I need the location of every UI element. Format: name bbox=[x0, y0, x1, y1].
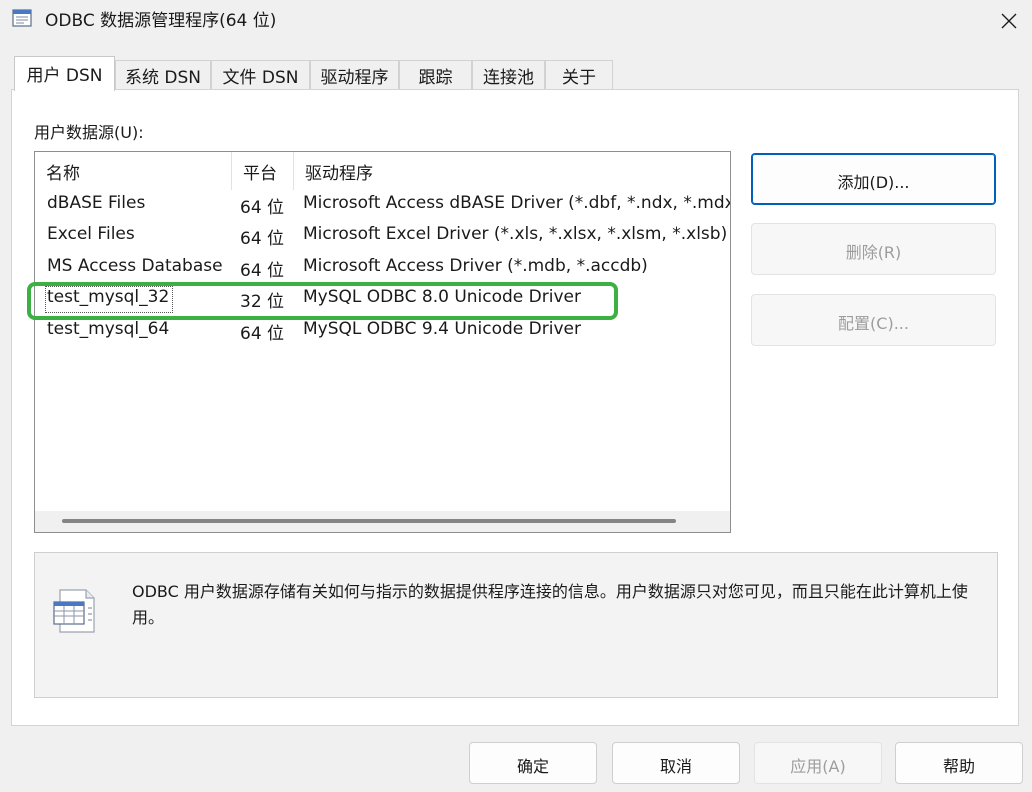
row-name: test_mysql_32 bbox=[47, 287, 170, 307]
tab-connection-pooling[interactable]: 连接池 bbox=[472, 60, 545, 90]
tab-file-dsn[interactable]: 文件 DSN bbox=[211, 60, 310, 90]
row-platform: 64 位 bbox=[240, 324, 285, 344]
info-description: ODBC 用户数据源存储有关如何与指示的数据提供程序连接的信息。用户数据源只对您… bbox=[132, 582, 968, 627]
row-name: MS Access Database bbox=[47, 256, 223, 276]
odbc-app-icon bbox=[12, 9, 32, 27]
row-platform: 64 位 bbox=[240, 198, 285, 218]
row-platform: 64 位 bbox=[240, 229, 285, 249]
help-button-label: 帮助 bbox=[942, 757, 975, 776]
tab-label: 系统 DSN bbox=[124, 68, 201, 88]
datasource-list[interactable]: 名称 平台 驱动程序 dBASE Files 64 位 Microsoft Ac… bbox=[34, 151, 731, 533]
scrollbar-thumb[interactable] bbox=[62, 519, 676, 523]
ok-button-label: 确定 bbox=[516, 757, 549, 776]
row-driver: MySQL ODBC 9.4 Unicode Driver bbox=[303, 319, 581, 339]
tab-strip: 用户 DSN 系统 DSN 文件 DSN 驱动程序 跟踪 连接池 关于 bbox=[0, 56, 1032, 91]
configure-button-label: 配置(C)... bbox=[838, 314, 909, 333]
tab-label: 连接池 bbox=[483, 68, 534, 88]
table-row[interactable]: Excel Files 64 位 Microsoft Excel Driver … bbox=[35, 221, 730, 252]
table-row[interactable]: dBASE Files 64 位 Microsoft Access dBASE … bbox=[35, 190, 730, 221]
table-row[interactable]: MS Access Database 64 位 Microsoft Access… bbox=[35, 253, 730, 284]
remove-button-label: 删除(R) bbox=[845, 243, 902, 262]
tab-system-dsn[interactable]: 系统 DSN bbox=[115, 60, 211, 90]
tab-user-dsn[interactable]: 用户 DSN bbox=[14, 56, 115, 91]
tab-label: 驱动程序 bbox=[320, 68, 389, 88]
datasource-icon bbox=[52, 586, 102, 636]
row-name: Excel Files bbox=[47, 224, 135, 244]
horizontal-scrollbar[interactable] bbox=[35, 511, 730, 532]
table-row[interactable]: test_mysql_64 64 位 MySQL ODBC 9.4 Unicod… bbox=[35, 316, 730, 347]
apply-button-label: 应用(A) bbox=[790, 757, 846, 776]
user-datasource-label: 用户数据源(U): bbox=[34, 123, 144, 142]
tab-tracing[interactable]: 跟踪 bbox=[399, 60, 472, 90]
row-driver: Microsoft Access Driver (*.mdb, *.accdb) bbox=[303, 256, 648, 276]
column-header-name[interactable]: 名称 bbox=[35, 152, 231, 190]
row-driver: Microsoft Excel Driver (*.xls, *.xlsx, *… bbox=[303, 224, 728, 244]
apply-button[interactable]: 应用(A) bbox=[754, 742, 882, 784]
column-header-driver[interactable]: 驱动程序 bbox=[293, 152, 730, 190]
help-button[interactable]: 帮助 bbox=[895, 742, 1023, 784]
row-platform: 64 位 bbox=[240, 261, 285, 281]
table-row-selected[interactable]: test_mysql_32 32 位 MySQL ODBC 8.0 Unicod… bbox=[35, 284, 730, 315]
window-title: ODBC 数据源管理程序(64 位) bbox=[45, 11, 277, 31]
column-header-platform[interactable]: 平台 bbox=[231, 152, 293, 190]
row-driver: MySQL ODBC 8.0 Unicode Driver bbox=[303, 287, 581, 307]
row-name: dBASE Files bbox=[47, 193, 146, 213]
add-button-label: 添加(D)... bbox=[837, 173, 910, 192]
remove-button[interactable]: 删除(R) bbox=[751, 223, 996, 275]
tab-about[interactable]: 关于 bbox=[545, 60, 613, 90]
ok-button[interactable]: 确定 bbox=[469, 742, 597, 784]
configure-button[interactable]: 配置(C)... bbox=[751, 294, 996, 346]
info-box: ODBC 用户数据源存储有关如何与指示的数据提供程序连接的信息。用户数据源只对您… bbox=[34, 552, 998, 698]
tab-drivers[interactable]: 驱动程序 bbox=[310, 60, 399, 90]
row-name: test_mysql_64 bbox=[47, 319, 170, 339]
tab-label: 关于 bbox=[562, 68, 596, 88]
list-header: 名称 平台 驱动程序 bbox=[35, 152, 730, 190]
title-bar: ODBC 数据源管理程序(64 位) bbox=[0, 0, 1032, 40]
cancel-button[interactable]: 取消 bbox=[612, 742, 740, 784]
tab-label: 文件 DSN bbox=[222, 68, 299, 88]
tab-label: 用户 DSN bbox=[26, 66, 103, 86]
cancel-button-label: 取消 bbox=[659, 757, 692, 776]
row-platform: 32 位 bbox=[240, 292, 285, 312]
tab-label: 跟踪 bbox=[418, 68, 453, 88]
add-button[interactable]: 添加(D)... bbox=[751, 153, 996, 205]
row-driver: Microsoft Access dBASE Driver (*.dbf, *.… bbox=[303, 193, 730, 213]
close-icon[interactable] bbox=[994, 4, 1024, 34]
